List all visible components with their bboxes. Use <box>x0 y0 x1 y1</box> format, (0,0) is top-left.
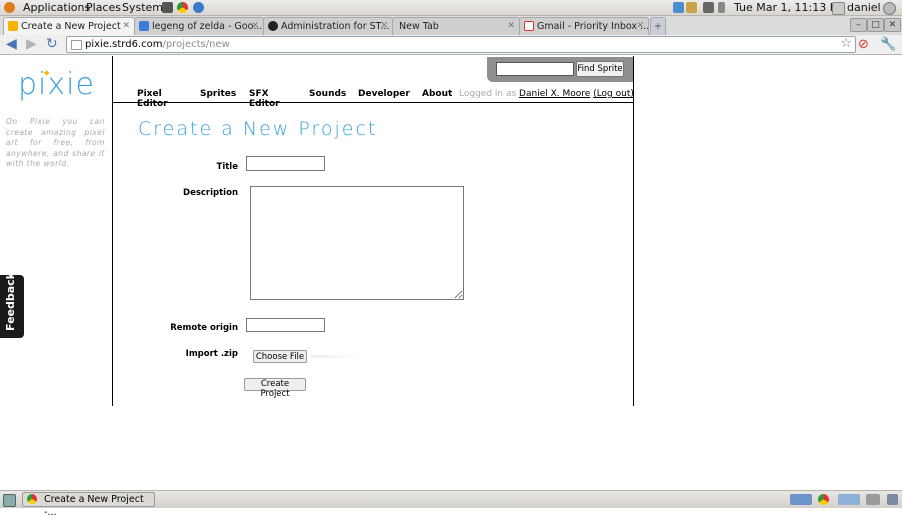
browser-launcher-icon[interactable] <box>193 2 204 13</box>
description-textarea[interactable] <box>250 186 464 300</box>
tab-label: Gmail - Priority Inbox ... <box>537 21 649 32</box>
extension-icon[interactable]: ⊘ <box>858 36 869 53</box>
url-text: pixie.strd6.com/projects/new <box>85 37 230 52</box>
trash-icon[interactable] <box>887 494 898 505</box>
tagline: On Pixie you can create amazing pixel ar… <box>6 117 105 168</box>
login-prefix: Logged in as <box>459 89 517 99</box>
remote-origin-input[interactable] <box>246 318 325 332</box>
minimize-button[interactable]: – <box>850 18 867 32</box>
chrome-launcher-icon[interactable] <box>177 2 188 13</box>
nav-sprites[interactable]: Sprites <box>200 89 236 99</box>
title-input[interactable] <box>246 156 325 171</box>
user-name[interactable]: daniel <box>847 0 881 15</box>
tab-label: New Tab <box>399 21 439 32</box>
gnome-foot-icon[interactable] <box>4 2 15 13</box>
tab-label: legeng of zelda - Goo... <box>152 21 263 32</box>
gmail-favicon-icon <box>524 21 534 31</box>
workspace-1-icon[interactable] <box>790 494 812 505</box>
sprite-search-bar: Find Sprite <box>487 57 633 82</box>
tab-zelda-search[interactable]: legeng of zelda - Goo... ✕ <box>134 17 264 35</box>
title-label: Title <box>216 162 238 172</box>
clock[interactable]: Tue Mar 1, 11:13 PM <box>734 0 846 15</box>
back-arrow-icon[interactable]: ◀ <box>6 36 17 53</box>
nav-about[interactable]: About <box>422 89 452 99</box>
applications-menu[interactable]: Applications <box>23 0 90 15</box>
close-tab-icon[interactable]: ✕ <box>636 18 644 35</box>
url-host: pixie.strd6.com <box>85 39 163 50</box>
tab-label: Administration for ST... <box>281 21 390 32</box>
bottom-panel: Create a New Project -... <box>0 490 902 518</box>
chrome-tray-icon[interactable] <box>818 494 829 505</box>
maximize-button[interactable]: □ <box>867 18 884 32</box>
page-title: Create a New Project <box>138 118 378 140</box>
remote-origin-label: Remote origin <box>170 323 238 333</box>
logo-text: pixie <box>18 67 95 102</box>
address-bar[interactable]: pixie.strd6.com/projects/new ☆ <box>66 36 856 53</box>
chrome-icon <box>27 494 37 504</box>
login-status: Logged in as Daniel X. Moore (Log out) <box>459 89 634 99</box>
signal-icon[interactable] <box>703 2 714 13</box>
battery-icon[interactable] <box>718 2 725 13</box>
github-favicon-icon <box>268 21 278 31</box>
terminal-icon[interactable] <box>162 2 173 13</box>
tab-new-tab[interactable]: New Tab ✕ <box>392 17 520 35</box>
tab-label: Create a New Project <box>21 21 121 32</box>
workspace-3-icon[interactable] <box>866 494 880 505</box>
choose-file-button[interactable]: Choose File <box>253 350 307 363</box>
url-path: /projects/new <box>162 39 230 50</box>
pixie-favicon-icon <box>8 21 18 31</box>
wrench-icon[interactable]: 🔧 <box>880 36 896 53</box>
description-label: Description <box>183 188 238 198</box>
page-icon <box>71 40 82 50</box>
plus-icon: + <box>654 21 662 32</box>
nav-pixel-editor[interactable]: Pixel Editor <box>137 89 168 109</box>
nav-sounds[interactable]: Sounds <box>309 89 346 99</box>
close-tab-icon[interactable]: ✕ <box>122 18 130 35</box>
nav-divider <box>112 102 633 103</box>
new-tab-button[interactable]: + <box>650 17 666 35</box>
forward-arrow-icon[interactable]: ▶ <box>26 36 37 53</box>
browser-toolbar: ◀ ▶ ↻ pixie.strd6.com/projects/new ☆ ⊘ 🔧 <box>0 35 902 55</box>
places-menu[interactable]: Places <box>86 0 121 15</box>
find-sprite-button[interactable]: Find Sprite <box>576 61 624 77</box>
feedback-label: Feedback <box>4 272 17 331</box>
create-project-button[interactable]: Create Project <box>244 378 306 399</box>
file-name-placeholder <box>311 355 361 358</box>
user-profile-link[interactable]: Daniel X. Moore <box>519 89 590 99</box>
close-tab-icon[interactable]: ✕ <box>507 18 515 35</box>
close-tab-icon[interactable]: ✕ <box>380 18 388 35</box>
bookmark-star-icon[interactable]: ☆ <box>840 36 852 51</box>
workspace-2-icon[interactable] <box>838 494 860 505</box>
feedback-tab[interactable]: Feedback <box>0 272 24 338</box>
tab-administration[interactable]: Administration for ST... ✕ <box>263 17 393 35</box>
nav-sfx-editor[interactable]: SFX Editor <box>249 89 280 109</box>
logout-link[interactable]: (Log out) <box>593 89 634 99</box>
tab-gmail[interactable]: Gmail - Priority Inbox ... ✕ <box>519 17 649 35</box>
tab-create-project[interactable]: Create a New Project ✕ <box>3 17 135 36</box>
mail-icon[interactable] <box>686 2 697 13</box>
close-tab-icon[interactable]: ✕ <box>251 18 259 35</box>
import-zip-label: Import .zip <box>185 349 238 359</box>
tab-strip: Create a New Project ✕ legeng of zelda -… <box>0 16 902 36</box>
nav-developer[interactable]: Developer <box>358 89 410 99</box>
logo-star-icon: ✦ <box>42 67 52 80</box>
user-icon <box>832 2 845 15</box>
reload-icon[interactable]: ↻ <box>46 36 58 53</box>
google-favicon-icon <box>139 21 149 31</box>
show-desktop-icon[interactable] <box>3 494 16 507</box>
system-menu[interactable]: System <box>122 0 163 15</box>
network-icon[interactable] <box>673 2 684 13</box>
taskbar-window-button[interactable]: Create a New Project -... <box>22 492 155 518</box>
sprite-search-input[interactable] <box>496 62 574 76</box>
close-window-button[interactable]: ✕ <box>884 18 901 32</box>
power-icon[interactable] <box>883 2 896 15</box>
top-panel: Applications Places System Tue Mar 1, 11… <box>0 0 902 16</box>
taskbar-window-title: Create a New Project -... <box>44 494 144 518</box>
pixie-logo[interactable]: pixie <box>18 65 95 105</box>
